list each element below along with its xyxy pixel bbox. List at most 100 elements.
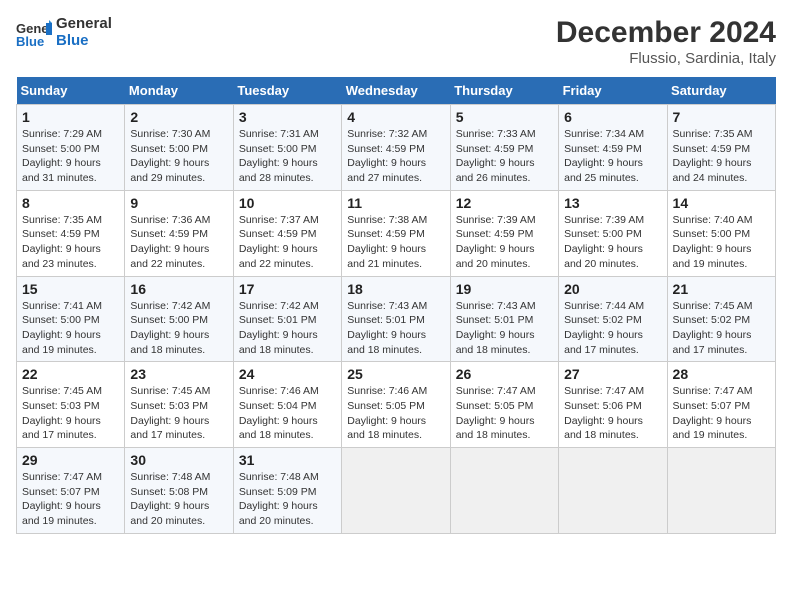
- day-number: 5: [456, 109, 553, 125]
- calendar-cell: 14Sunrise: 7:40 AM Sunset: 5:00 PM Dayli…: [667, 190, 775, 276]
- calendar-cell: 4 Sunrise: 7:32 AM Sunset: 4:59 PM Daylig…: [342, 105, 450, 191]
- day-number: 13: [564, 195, 661, 211]
- calendar-cell: 21 Sunrise: 7:45 AM Sunset: 5:02 PM Dayli…: [667, 276, 775, 362]
- day-detail: Sunrise: 7:42 AM Sunset: 5:00 PM Dayligh…: [130, 299, 227, 358]
- calendar-cell: 17Sunrise: 7:42 AM Sunset: 5:01 PM Dayli…: [233, 276, 341, 362]
- calendar-cell: [450, 448, 558, 534]
- day-detail: Sunrise: 7:47 AM Sunset: 5:06 PM Dayligh…: [564, 384, 661, 443]
- day-number: 3: [239, 109, 336, 125]
- calendar-week-4: 22 Sunrise: 7:45 AM Sunset: 5:03 PM Dayli…: [17, 362, 776, 448]
- header-day-thursday: Thursday: [450, 77, 558, 105]
- day-detail: Sunrise: 7:46 AM Sunset: 5:05 PM Dayligh…: [347, 384, 444, 443]
- day-detail: Sunrise: 7:43 AM Sunset: 5:01 PM Dayligh…: [456, 299, 553, 358]
- day-detail: Sunrise: 7:47 AM Sunset: 5:05 PM Dayligh…: [456, 384, 553, 443]
- calendar-cell: 26 Sunrise: 7:47 AM Sunset: 5:05 PM Dayli…: [450, 362, 558, 448]
- day-detail: Sunrise: 7:30 AM Sunset: 5:00 PM Dayligh…: [130, 127, 227, 186]
- calendar-cell: 23 Sunrise: 7:45 AM Sunset: 5:03 PM Dayli…: [125, 362, 233, 448]
- calendar-cell: 9 Sunrise: 7:36 AM Sunset: 4:59 PM Daylig…: [125, 190, 233, 276]
- day-number: 25: [347, 366, 444, 382]
- calendar-cell: 6 Sunrise: 7:34 AM Sunset: 4:59 PM Daylig…: [559, 105, 667, 191]
- day-number: 8: [22, 195, 119, 211]
- day-number: 15: [22, 281, 119, 297]
- day-detail: Sunrise: 7:40 AM Sunset: 5:00 PM Dayligh…: [673, 213, 770, 272]
- day-number: 12: [456, 195, 553, 211]
- day-number: 24: [239, 366, 336, 382]
- day-number: 27: [564, 366, 661, 382]
- day-detail: Sunrise: 7:45 AM Sunset: 5:03 PM Dayligh…: [130, 384, 227, 443]
- day-number: 16: [130, 281, 227, 297]
- calendar-table: SundayMondayTuesdayWednesdayThursdayFrid…: [16, 77, 776, 534]
- day-number: 26: [456, 366, 553, 382]
- calendar-cell: 5Sunrise: 7:33 AM Sunset: 4:59 PM Daylig…: [450, 105, 558, 191]
- calendar-cell: 20 Sunrise: 7:44 AM Sunset: 5:02 PM Dayli…: [559, 276, 667, 362]
- calendar-cell: [342, 448, 450, 534]
- calendar-cell: 15 Sunrise: 7:41 AM Sunset: 5:00 PM Dayli…: [17, 276, 125, 362]
- day-number: 6: [564, 109, 661, 125]
- day-detail: Sunrise: 7:36 AM Sunset: 4:59 PM Dayligh…: [130, 213, 227, 272]
- day-detail: Sunrise: 7:47 AM Sunset: 5:07 PM Dayligh…: [673, 384, 770, 443]
- day-number: 21: [673, 281, 770, 297]
- day-detail: Sunrise: 7:44 AM Sunset: 5:02 PM Dayligh…: [564, 299, 661, 358]
- calendar-cell: 27 Sunrise: 7:47 AM Sunset: 5:06 PM Dayli…: [559, 362, 667, 448]
- calendar-cell: 28 Sunrise: 7:47 AM Sunset: 5:07 PM Dayli…: [667, 362, 775, 448]
- day-detail: Sunrise: 7:29 AM Sunset: 5:00 PM Dayligh…: [22, 127, 119, 186]
- day-number: 29: [22, 452, 119, 468]
- day-detail: Sunrise: 7:46 AM Sunset: 5:04 PM Dayligh…: [239, 384, 336, 443]
- day-number: 30: [130, 452, 227, 468]
- day-number: 19: [456, 281, 553, 297]
- calendar-cell: 2 Sunrise: 7:30 AM Sunset: 5:00 PM Daylig…: [125, 105, 233, 191]
- day-number: 9: [130, 195, 227, 211]
- day-number: 2: [130, 109, 227, 125]
- calendar-week-5: 29 Sunrise: 7:47 AM Sunset: 5:07 PM Dayli…: [17, 448, 776, 534]
- day-detail: Sunrise: 7:48 AM Sunset: 5:09 PM Dayligh…: [239, 470, 336, 529]
- calendar-cell: 25 Sunrise: 7:46 AM Sunset: 5:05 PM Dayli…: [342, 362, 450, 448]
- day-detail: Sunrise: 7:45 AM Sunset: 5:02 PM Dayligh…: [673, 299, 770, 358]
- calendar-cell: 22 Sunrise: 7:45 AM Sunset: 5:03 PM Dayli…: [17, 362, 125, 448]
- title-area: December 2024 Flussio, Sardinia, Italy: [556, 16, 776, 67]
- calendar-week-3: 15 Sunrise: 7:41 AM Sunset: 5:00 PM Dayli…: [17, 276, 776, 362]
- calendar-cell: 24 Sunrise: 7:46 AM Sunset: 5:04 PM Dayli…: [233, 362, 341, 448]
- day-detail: Sunrise: 7:48 AM Sunset: 5:08 PM Dayligh…: [130, 470, 227, 529]
- day-detail: Sunrise: 7:39 AM Sunset: 5:00 PM Dayligh…: [564, 213, 661, 272]
- day-number: 23: [130, 366, 227, 382]
- day-detail: Sunrise: 7:42 AM Sunset: 5:01 PM Dayligh…: [239, 299, 336, 358]
- calendar-week-1: 1 Sunrise: 7:29 AM Sunset: 5:00 PM Daylig…: [17, 105, 776, 191]
- calendar-cell: 12 Sunrise: 7:39 AM Sunset: 4:59 PM Dayli…: [450, 190, 558, 276]
- day-detail: Sunrise: 7:41 AM Sunset: 5:00 PM Dayligh…: [22, 299, 119, 358]
- day-detail: Sunrise: 7:35 AM Sunset: 4:59 PM Dayligh…: [22, 213, 119, 272]
- day-number: 20: [564, 281, 661, 297]
- day-detail: Sunrise: 7:35 AM Sunset: 4:59 PM Dayligh…: [673, 127, 770, 186]
- logo-line2: Blue: [56, 33, 112, 50]
- day-detail: Sunrise: 7:37 AM Sunset: 4:59 PM Dayligh…: [239, 213, 336, 272]
- location-subtitle: Flussio, Sardinia, Italy: [556, 50, 776, 67]
- calendar-cell: 19 Sunrise: 7:43 AM Sunset: 5:01 PM Dayli…: [450, 276, 558, 362]
- day-number: 10: [239, 195, 336, 211]
- day-number: 31: [239, 452, 336, 468]
- header-day-sunday: Sunday: [17, 77, 125, 105]
- header-day-friday: Friday: [559, 77, 667, 105]
- day-detail: Sunrise: 7:32 AM Sunset: 4:59 PM Dayligh…: [347, 127, 444, 186]
- day-detail: Sunrise: 7:39 AM Sunset: 4:59 PM Dayligh…: [456, 213, 553, 272]
- calendar-cell: 11Sunrise: 7:38 AM Sunset: 4:59 PM Dayli…: [342, 190, 450, 276]
- calendar-cell: 29 Sunrise: 7:47 AM Sunset: 5:07 PM Dayli…: [17, 448, 125, 534]
- day-detail: Sunrise: 7:31 AM Sunset: 5:00 PM Dayligh…: [239, 127, 336, 186]
- day-detail: Sunrise: 7:47 AM Sunset: 5:07 PM Dayligh…: [22, 470, 119, 529]
- day-detail: Sunrise: 7:34 AM Sunset: 4:59 PM Dayligh…: [564, 127, 661, 186]
- day-number: 7: [673, 109, 770, 125]
- day-number: 28: [673, 366, 770, 382]
- day-number: 18: [347, 281, 444, 297]
- day-detail: Sunrise: 7:43 AM Sunset: 5:01 PM Dayligh…: [347, 299, 444, 358]
- header-day-saturday: Saturday: [667, 77, 775, 105]
- calendar-cell: 7 Sunrise: 7:35 AM Sunset: 4:59 PM Daylig…: [667, 105, 775, 191]
- day-number: 1: [22, 109, 119, 125]
- page-header: General Blue General Blue December 2024 …: [16, 16, 776, 67]
- header-day-wednesday: Wednesday: [342, 77, 450, 105]
- logo-line1: General: [56, 16, 112, 33]
- day-number: 4: [347, 109, 444, 125]
- calendar-cell: 1 Sunrise: 7:29 AM Sunset: 5:00 PM Daylig…: [17, 105, 125, 191]
- day-number: 22: [22, 366, 119, 382]
- day-number: 11: [347, 195, 444, 211]
- month-title: December 2024: [556, 16, 776, 50]
- calendar-cell: 18 Sunrise: 7:43 AM Sunset: 5:01 PM Dayli…: [342, 276, 450, 362]
- day-detail: Sunrise: 7:45 AM Sunset: 5:03 PM Dayligh…: [22, 384, 119, 443]
